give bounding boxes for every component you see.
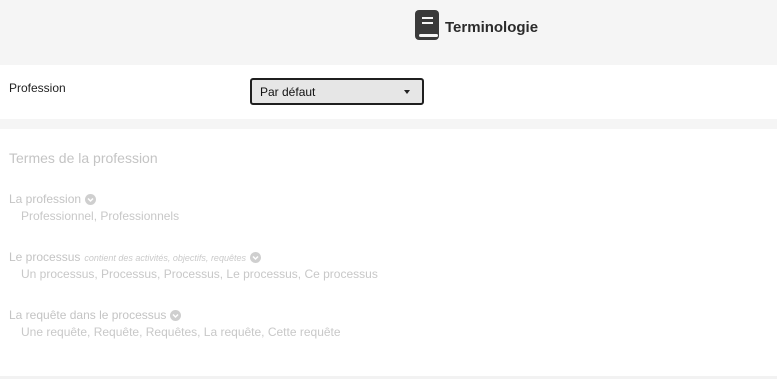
header-title-group: Terminologie (414, 10, 538, 40)
chevron-down-circle-icon[interactable] (85, 193, 97, 205)
profession-label: Profession (9, 81, 66, 95)
chevron-down-circle-icon[interactable] (249, 251, 261, 263)
term-label: Le processus (9, 250, 81, 264)
term-requete: La requête dans le processus Une requête… (9, 307, 341, 339)
chevron-down-circle-icon[interactable] (170, 309, 182, 321)
term-header: Le processus contient des activités, obj… (9, 249, 378, 265)
term-note: contient des activités, objectifs, requê… (84, 253, 246, 263)
profession-select-value: Par défaut (260, 84, 316, 99)
book-icon (415, 10, 439, 40)
terms-section-title: Termes de la profession (9, 150, 158, 166)
term-values: Un processus, Processus, Processus, Le p… (21, 267, 378, 281)
profession-row: Profession Par défaut (0, 65, 777, 119)
term-values: Une requête, Requête, Requêtes, La requê… (21, 325, 341, 339)
term-header: La profession (9, 191, 179, 207)
term-label: La profession (9, 192, 82, 206)
term-profession: La profession Professionnel, Professionn… (9, 191, 179, 223)
term-header: La requête dans le processus (9, 307, 341, 323)
page-header: Terminologie (0, 0, 777, 65)
terms-section: Termes de la profession La profession Pr… (0, 129, 777, 379)
page-title: Terminologie (445, 18, 539, 36)
section-divider (0, 119, 777, 129)
term-label: La requête dans le processus (9, 308, 167, 322)
term-values: Professionnel, Professionnels (21, 209, 180, 223)
profession-select[interactable]: Par défaut (250, 78, 424, 105)
caret-down-icon (404, 89, 410, 94)
term-processus: Le processus contient des activités, obj… (9, 249, 378, 281)
